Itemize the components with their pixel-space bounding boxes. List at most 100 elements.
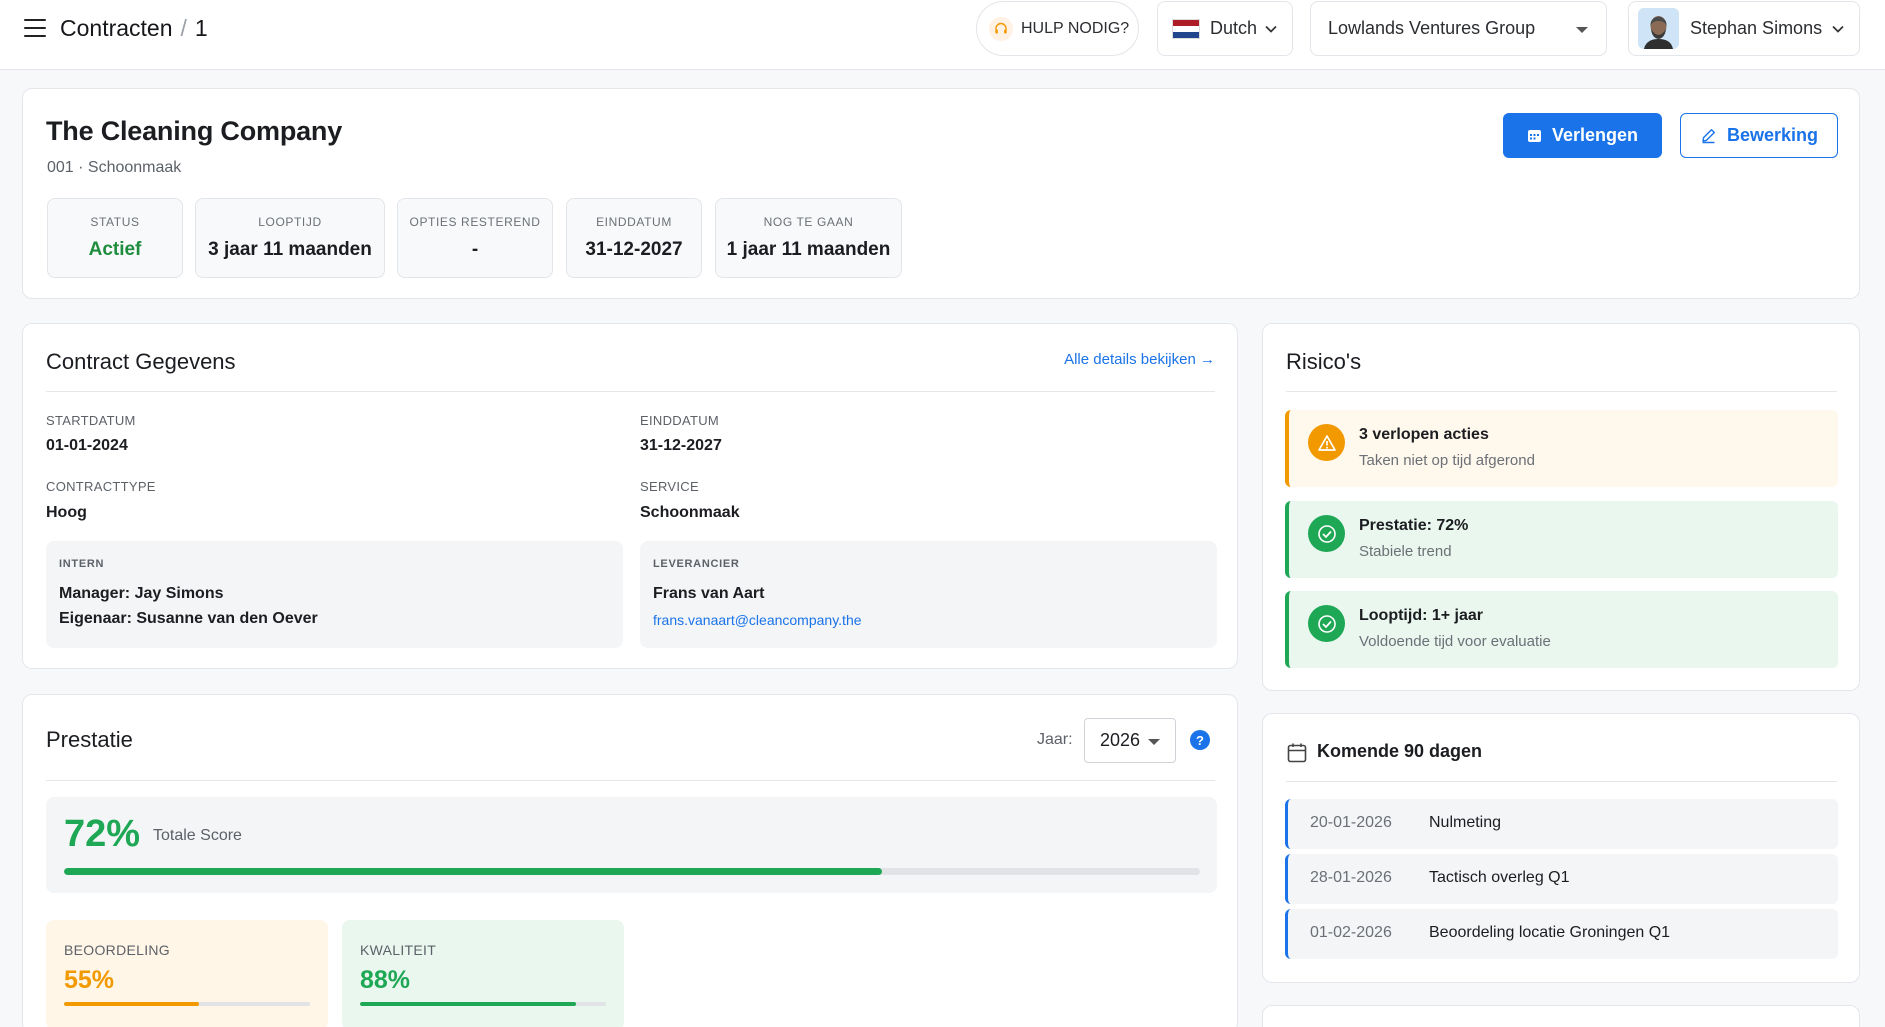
stat-label: NOG TE GAAN	[763, 215, 854, 229]
risk-subtitle: Voldoende tijd voor evaluatie	[1359, 633, 1551, 650]
netherlands-flag-icon	[1172, 18, 1200, 39]
headset-icon	[989, 16, 1013, 41]
total-score-progress	[64, 868, 1200, 875]
divider	[1286, 391, 1837, 392]
help-icon[interactable]: ?	[1190, 730, 1210, 750]
list-item[interactable]: 01-02-2026 Beoordeling locatie Groningen…	[1285, 909, 1838, 959]
top-bar: Contracten / 1 HULP NODIG? Dutch Lowlands …	[0, 0, 1885, 70]
help-button[interactable]: HULP NODIG?	[976, 1, 1139, 56]
supplier-email-link[interactable]: frans.vanaart@cleancompany.the	[653, 612, 862, 628]
list-item[interactable]: 28-01-2026 Tactisch overleg Q1	[1285, 854, 1838, 904]
beoordeling-score-box: BEOORDELING 55%	[46, 920, 328, 1027]
risk-title: Looptijd: 1+ jaar	[1359, 607, 1484, 624]
next-card	[1262, 1005, 1860, 1027]
year-select[interactable]: 2026	[1084, 718, 1176, 763]
service-label: SERVICE	[640, 479, 699, 494]
end-date-label: EINDDATUM	[640, 413, 720, 428]
performance-card: Prestatie Jaar: 2026 ? 72% Totale Score …	[22, 694, 1238, 1027]
event-date: 20-01-2026	[1310, 814, 1392, 831]
divider	[46, 391, 1215, 392]
edit-button[interactable]: Bewerking	[1680, 113, 1838, 158]
year-label: Jaar:	[1037, 731, 1073, 748]
breadcrumb-current: 1	[194, 15, 208, 41]
kwaliteit-score-box: KWALITEIT 88%	[342, 920, 624, 1027]
service-value: Schoonmaak	[640, 504, 740, 521]
help-label: HULP NODIG?	[1021, 19, 1130, 37]
beoordeling-value: 55%	[64, 966, 115, 994]
stat-value: -	[471, 239, 479, 260]
stat-value: 31-12-2027	[585, 239, 683, 260]
risk-subtitle: Taken niet op tijd afgerond	[1359, 452, 1535, 469]
kwaliteit-value: 88%	[360, 966, 411, 994]
risks-card: Risico's 3 verlopen acties Taken niet op…	[1262, 323, 1860, 691]
menu-icon[interactable]	[24, 19, 46, 37]
warning-icon	[1308, 424, 1345, 461]
breadcrumb-section[interactable]: Contracten	[60, 15, 173, 41]
pencil-icon	[1702, 129, 1715, 144]
contract-details-card: Contract Gegevens Alle details bekijken …	[22, 323, 1238, 669]
stat-value: 1 jaar 11 maanden	[726, 239, 891, 260]
total-score-value: 72%	[64, 813, 141, 855]
progress-fill	[64, 868, 882, 875]
extend-label: Verlengen	[1551, 125, 1639, 145]
kwaliteit-progress	[360, 1002, 606, 1006]
view-all-details-link[interactable]: Alle details bekijken →	[1064, 351, 1215, 368]
calendar-icon	[1287, 743, 1307, 763]
end-date-value: 31-12-2027	[640, 437, 722, 454]
breadcrumb: Contracten / 1	[60, 14, 208, 42]
total-score-label: Totale Score	[153, 827, 242, 844]
list-item[interactable]: 20-01-2026 Nulmeting	[1285, 799, 1838, 849]
manager-value: Manager: Jay Simons	[59, 585, 224, 602]
start-date-value: 01-01-2024	[46, 437, 128, 454]
risk-item[interactable]: Prestatie: 72% Stabiele trend	[1285, 501, 1838, 578]
user-name: Stephan Simons	[1690, 18, 1823, 38]
stat-status: STATUS Actief	[47, 198, 183, 278]
card-title: Contract Gegevens	[46, 349, 236, 374]
upcoming-card: Komende 90 dagen 20-01-2026 Nulmeting 28…	[1262, 713, 1860, 983]
beoordeling-label: BEOORDELING	[64, 942, 170, 958]
caret-down-icon	[1148, 739, 1160, 745]
start-date-label: STARTDATUM	[46, 413, 136, 428]
supplier-label: LEVERANCIER	[653, 558, 740, 570]
breadcrumb-separator: /	[180, 15, 187, 41]
page-title: The Cleaning Company	[46, 116, 343, 146]
check-circle-icon	[1308, 605, 1345, 642]
divider	[46, 780, 1215, 781]
contract-type-label: CONTRACTTYPE	[46, 479, 156, 494]
card-title: Prestatie	[46, 727, 133, 752]
risk-item[interactable]: Looptijd: 1+ jaar Voldoende tijd voor ev…	[1285, 591, 1838, 668]
organization-select[interactable]: Lowlands Ventures Group	[1310, 1, 1607, 56]
chevron-down-icon	[1832, 25, 1844, 33]
stat-label: OPTIES RESTEREND	[409, 215, 541, 229]
risk-subtitle: Stabiele trend	[1359, 543, 1452, 560]
contract-subtitle: 001 · Schoonmaak	[47, 159, 182, 176]
stat-label: LOOPTIJD	[258, 215, 322, 229]
stat-time-remaining: NOG TE GAAN 1 jaar 11 maanden	[715, 198, 902, 278]
kwaliteit-label: KWALITEIT	[360, 942, 437, 958]
avatar	[1638, 8, 1679, 49]
contract-type-value: Hoog	[46, 504, 87, 521]
extend-button[interactable]: Verlengen	[1503, 113, 1662, 158]
divider	[1286, 781, 1837, 782]
user-menu[interactable]: Stephan Simons	[1628, 1, 1860, 56]
event-title: Nulmeting	[1429, 814, 1502, 831]
stat-options-remaining: OPTIES RESTEREND -	[397, 198, 553, 278]
supplier-name: Frans van Aart	[653, 585, 765, 602]
stat-label: STATUS	[90, 215, 140, 229]
risk-title: Prestatie: 72%	[1359, 517, 1469, 534]
event-date: 01-02-2026	[1310, 924, 1392, 941]
language-label: Dutch	[1210, 18, 1258, 38]
language-select[interactable]: Dutch	[1157, 1, 1293, 56]
event-title: Tactisch overleg Q1	[1429, 869, 1570, 886]
caret-down-icon	[1576, 27, 1588, 33]
event-date: 28-01-2026	[1310, 869, 1392, 886]
status-badge: Actief	[88, 239, 142, 260]
total-score-box: 72% Totale Score	[46, 797, 1217, 893]
progress-fill	[360, 1002, 577, 1006]
supplier-box: LEVERANCIER Frans van Aart frans.vanaart…	[640, 541, 1217, 648]
stat-end-date: EINDDATUM 31-12-2027	[566, 198, 702, 278]
calendar-icon	[1527, 130, 1541, 142]
risk-item[interactable]: 3 verlopen acties Taken niet op tijd afg…	[1285, 410, 1838, 487]
stat-looptijd: LOOPTIJD 3 jaar 11 maanden	[195, 198, 385, 278]
owner-value: Eigenaar: Susanne van den Oever	[59, 610, 318, 627]
